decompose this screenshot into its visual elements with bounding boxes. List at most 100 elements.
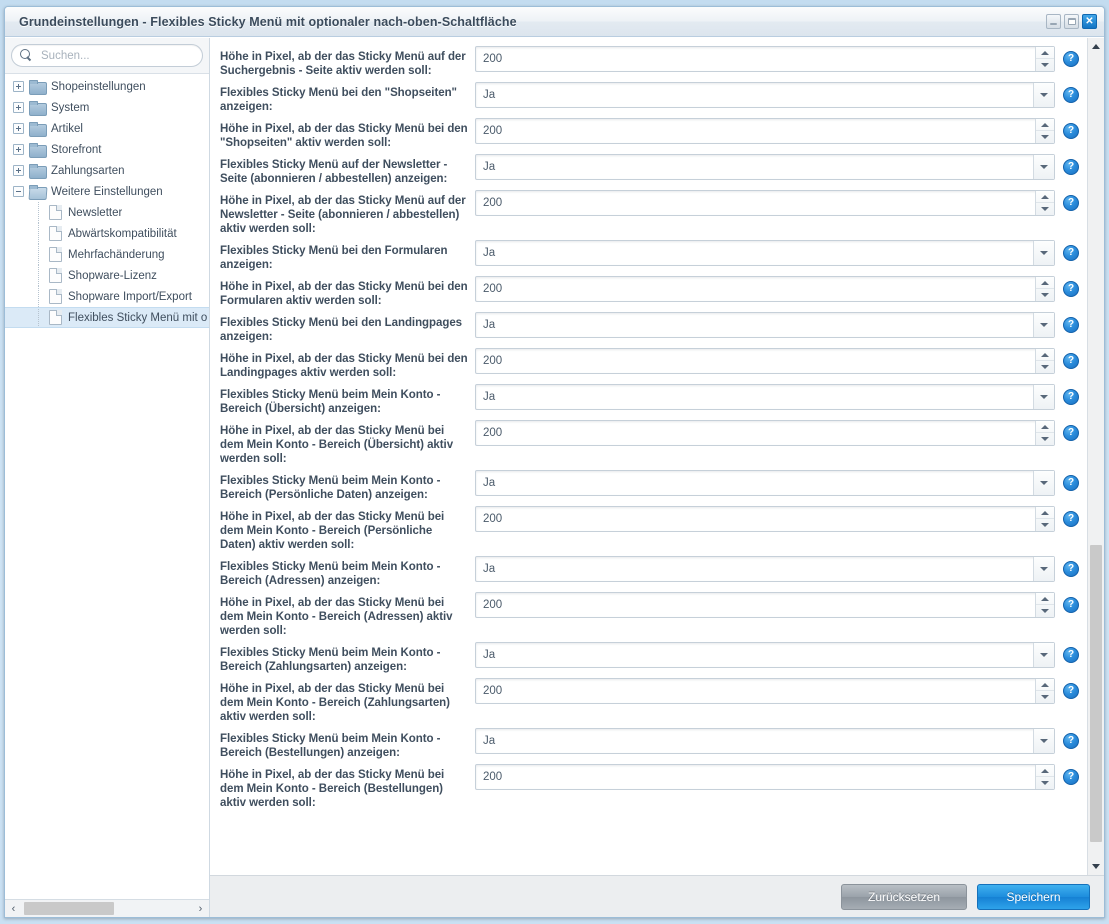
search-input[interactable] [39,48,194,63]
hscroll-left-button[interactable]: ‹ [5,900,22,917]
help-icon[interactable]: ? [1063,281,1079,297]
stepper-down-button[interactable] [1036,691,1054,703]
dropdown-button[interactable] [1033,557,1054,581]
close-button[interactable]: ✕ [1082,14,1097,29]
dropdown-button[interactable] [1033,241,1054,265]
number-stepper[interactable] [1035,47,1054,71]
dropdown-button[interactable] [1033,643,1054,667]
number-input[interactable]: 200 [475,118,1055,144]
number-stepper[interactable] [1035,119,1054,143]
dropdown-button[interactable] [1033,471,1054,495]
number-stepper[interactable] [1035,277,1054,301]
tree-item-newsletter[interactable]: Newsletter [5,202,209,223]
hscroll-track[interactable] [22,900,192,917]
field-value[interactable]: Ja [476,241,1033,265]
help-icon[interactable]: ? [1063,159,1079,175]
dropdown-button[interactable] [1033,155,1054,179]
tree-item-mehrfach-nderung[interactable]: Mehrfachänderung [5,244,209,265]
expand-toggle-icon[interactable] [13,81,24,92]
number-input[interactable]: 200 [475,764,1055,790]
field-value[interactable]: 200 [476,679,1035,703]
help-icon[interactable]: ? [1063,511,1079,527]
field-value[interactable]: Ja [476,385,1033,409]
expand-toggle-icon[interactable] [13,102,24,113]
field-value[interactable]: 200 [476,421,1035,445]
tree-horizontal-scrollbar[interactable]: ‹ › [5,899,209,917]
hscroll-thumb[interactable] [24,902,114,915]
select-input[interactable]: Ja [475,642,1055,668]
field-value[interactable]: 200 [476,191,1035,215]
number-input[interactable]: 200 [475,506,1055,532]
field-value[interactable]: Ja [476,155,1033,179]
stepper-down-button[interactable] [1036,131,1054,143]
select-input[interactable]: Ja [475,384,1055,410]
field-value[interactable]: Ja [476,643,1033,667]
stepper-down-button[interactable] [1036,289,1054,301]
tree-item-storefront[interactable]: Storefront [5,139,209,160]
number-stepper[interactable] [1035,765,1054,789]
field-value[interactable]: Ja [476,729,1033,753]
stepper-up-button[interactable] [1036,593,1054,605]
help-icon[interactable]: ? [1063,597,1079,613]
dropdown-button[interactable] [1033,385,1054,409]
help-icon[interactable]: ? [1063,317,1079,333]
select-input[interactable]: Ja [475,470,1055,496]
number-input[interactable]: 200 [475,420,1055,446]
help-icon[interactable]: ? [1063,475,1079,491]
hscroll-right-button[interactable]: › [192,900,209,917]
field-value[interactable]: 200 [476,765,1035,789]
tree-item-weitere-einstellungen[interactable]: Weitere Einstellungen [5,181,209,202]
select-input[interactable]: Ja [475,154,1055,180]
stepper-up-button[interactable] [1036,421,1054,433]
field-value[interactable]: 200 [476,349,1035,373]
number-stepper[interactable] [1035,507,1054,531]
help-icon[interactable]: ? [1063,769,1079,785]
vscroll-up-button[interactable] [1088,38,1104,55]
number-stepper[interactable] [1035,593,1054,617]
tree-item-shopware-lizenz[interactable]: Shopware-Lizenz [5,265,209,286]
select-input[interactable]: Ja [475,82,1055,108]
stepper-down-button[interactable] [1036,361,1054,373]
field-value[interactable]: 200 [476,593,1035,617]
help-icon[interactable]: ? [1063,561,1079,577]
number-stepper[interactable] [1035,421,1054,445]
tree-item-zahlungsarten[interactable]: Zahlungsarten [5,160,209,181]
reset-button[interactable]: Zurücksetzen [841,883,967,910]
tree-item-system[interactable]: System [5,97,209,118]
help-icon[interactable]: ? [1063,425,1079,441]
help-icon[interactable]: ? [1063,245,1079,261]
stepper-down-button[interactable] [1036,203,1054,215]
field-value[interactable]: 200 [476,119,1035,143]
stepper-up-button[interactable] [1036,679,1054,691]
number-stepper[interactable] [1035,349,1054,373]
tree-item-flexibles-sticky-men-mit-option[interactable]: Flexibles Sticky Menü mit option [5,307,209,328]
field-value[interactable]: Ja [476,83,1033,107]
stepper-up-button[interactable] [1036,277,1054,289]
maximize-button[interactable] [1064,14,1079,29]
vscroll-thumb[interactable] [1090,544,1102,842]
help-icon[interactable]: ? [1063,647,1079,663]
vscroll-down-button[interactable] [1088,858,1104,875]
field-value[interactable]: Ja [476,557,1033,581]
expand-toggle-icon[interactable] [13,144,24,155]
help-icon[interactable]: ? [1063,683,1079,699]
field-value[interactable]: 200 [476,47,1035,71]
stepper-down-button[interactable] [1036,605,1054,617]
stepper-down-button[interactable] [1036,59,1054,71]
stepper-up-button[interactable] [1036,191,1054,203]
help-icon[interactable]: ? [1063,123,1079,139]
stepper-up-button[interactable] [1036,349,1054,361]
field-value[interactable]: 200 [476,507,1035,531]
number-input[interactable]: 200 [475,592,1055,618]
vscroll-track[interactable] [1088,55,1104,858]
dropdown-button[interactable] [1033,729,1054,753]
number-input[interactable]: 200 [475,678,1055,704]
settings-tree[interactable]: Shopeinstellungen System Artikel Storefront… [5,74,209,899]
number-stepper[interactable] [1035,679,1054,703]
help-icon[interactable]: ? [1063,195,1079,211]
help-icon[interactable]: ? [1063,51,1079,67]
save-button[interactable]: Speichern [977,883,1090,910]
stepper-up-button[interactable] [1036,507,1054,519]
dropdown-button[interactable] [1033,83,1054,107]
stepper-up-button[interactable] [1036,765,1054,777]
